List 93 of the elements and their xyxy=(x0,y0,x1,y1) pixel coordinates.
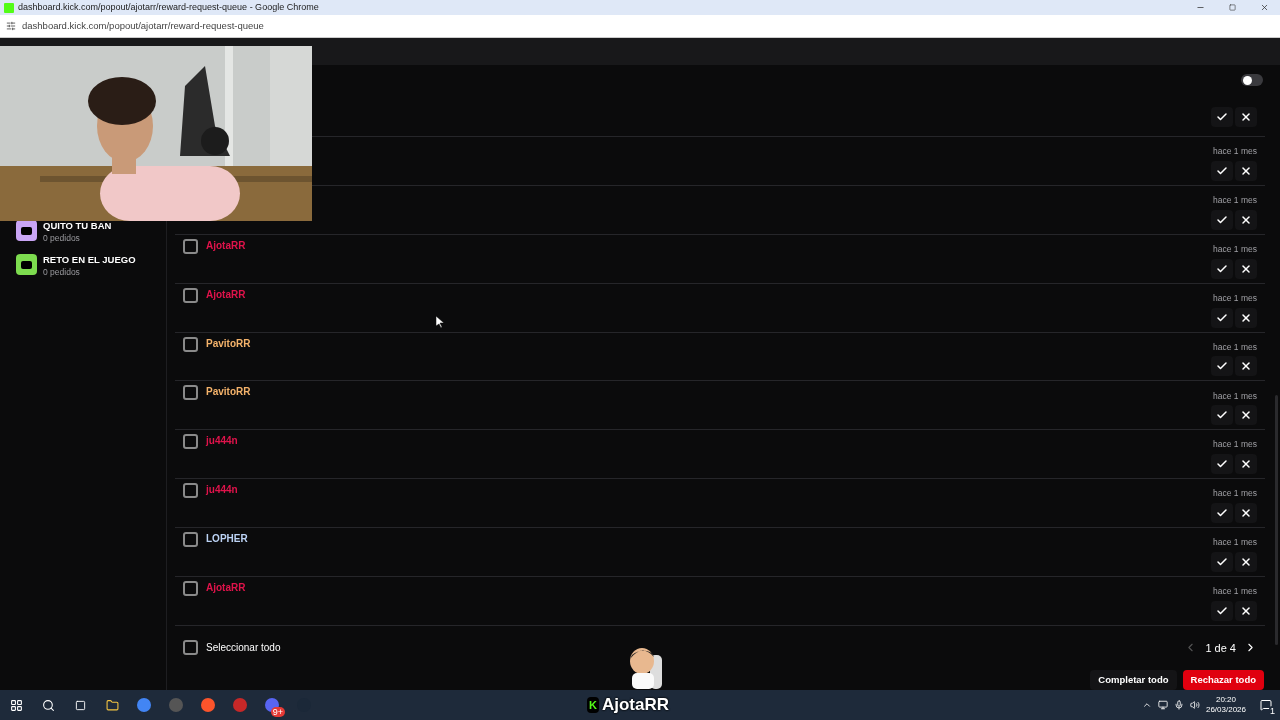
reject-button[interactable] xyxy=(1235,503,1257,524)
approve-button[interactable] xyxy=(1211,356,1233,377)
overlay-logo-text: AjotaRR xyxy=(601,694,669,716)
request-count: 0 pedidos xyxy=(43,266,81,278)
approve-button[interactable] xyxy=(1211,209,1233,230)
approve-button[interactable] xyxy=(1211,258,1233,279)
timestamp: hace 1 mes xyxy=(1213,536,1257,549)
timestamp: hace 1 mes xyxy=(1213,487,1257,501)
username: ju444n xyxy=(206,483,238,498)
select-all-label[interactable]: Seleccionar todo xyxy=(206,640,281,656)
timestamp: hace 1 mes xyxy=(1213,389,1257,403)
close-icon xyxy=(1240,556,1252,568)
reject-button[interactable] xyxy=(1235,258,1257,279)
checkbox[interactable] xyxy=(183,581,198,596)
clock-date: 26/03/2026 xyxy=(1205,705,1246,715)
site-icon xyxy=(4,2,14,13)
username: AjotaRR xyxy=(206,581,246,595)
close-icon xyxy=(1240,111,1252,123)
reject-button[interactable] xyxy=(1235,107,1257,127)
checkbox[interactable] xyxy=(183,640,198,656)
close-icon xyxy=(1240,164,1252,177)
toggle-switch[interactable] xyxy=(1241,74,1263,86)
checkbox[interactable] xyxy=(183,336,198,352)
username: AjotaRR xyxy=(206,238,246,253)
checkbox[interactable] xyxy=(183,532,198,548)
reject-button[interactable] xyxy=(1235,552,1257,572)
close-icon xyxy=(1240,604,1252,617)
timestamp: hace 1 mes xyxy=(1213,194,1257,207)
checkbox[interactable] xyxy=(183,385,198,401)
microphone-icon[interactable] xyxy=(1173,700,1184,710)
check-icon xyxy=(1216,164,1228,177)
check-icon xyxy=(1216,111,1228,123)
check-icon xyxy=(1216,262,1228,275)
approve-button[interactable] xyxy=(1211,454,1233,475)
restore-icon xyxy=(1228,4,1236,11)
reward-name[interactable]: RETO EN EL JUEGO xyxy=(43,254,136,266)
reject-button[interactable] xyxy=(1235,454,1257,475)
complete-all-button[interactable]: Completar todo xyxy=(1090,669,1177,690)
approve-button[interactable] xyxy=(1211,552,1233,572)
checkbox[interactable] xyxy=(183,287,198,303)
site-settings-icon[interactable] xyxy=(6,21,16,31)
username: AjotaRR xyxy=(206,287,246,302)
close-icon xyxy=(1240,409,1252,422)
timestamp: hace 1 mes xyxy=(1213,291,1257,305)
username: ju444n xyxy=(206,434,238,449)
request-count: 0 pedidos xyxy=(43,232,81,244)
close-icon xyxy=(1240,360,1252,373)
check-icon xyxy=(1216,213,1228,226)
reject-button[interactable] xyxy=(1235,307,1257,328)
close-icon xyxy=(1240,311,1252,324)
reject-button[interactable] xyxy=(1235,160,1257,181)
volume-icon[interactable] xyxy=(1189,700,1200,710)
checkbox[interactable] xyxy=(183,483,198,499)
approve-button[interactable] xyxy=(1211,307,1233,328)
close-icon xyxy=(1240,213,1252,226)
tray-expand-icon[interactable] xyxy=(1141,700,1152,710)
timestamp: hace 1 mes xyxy=(1213,242,1257,256)
check-icon xyxy=(1216,311,1228,324)
close-icon xyxy=(1240,458,1252,471)
notification-count: 1 xyxy=(1269,706,1276,716)
mouse-cursor-icon xyxy=(436,316,444,328)
username: PavitoRR xyxy=(206,336,251,351)
check-icon xyxy=(1216,604,1228,617)
close-icon xyxy=(1259,3,1269,12)
approve-button[interactable] xyxy=(1211,600,1233,621)
close-icon xyxy=(1240,507,1252,520)
close-icon xyxy=(1240,262,1252,275)
checkbox[interactable] xyxy=(183,434,198,450)
reject-button[interactable] xyxy=(1235,209,1257,230)
notification-badge: 9+ xyxy=(270,707,285,717)
approve-button[interactable] xyxy=(1211,107,1233,127)
reject-button[interactable] xyxy=(1235,600,1257,621)
clock-time: 20:20 xyxy=(1215,695,1236,705)
approve-button[interactable] xyxy=(1211,160,1233,181)
network-icon[interactable] xyxy=(1157,700,1168,710)
timestamp: hace 1 mes xyxy=(1213,585,1257,598)
username: LOPHER xyxy=(206,532,248,547)
username: PavitoRR xyxy=(206,385,251,400)
checkbox[interactable] xyxy=(183,238,198,254)
reject-button[interactable] xyxy=(1235,356,1257,377)
approve-button[interactable] xyxy=(1211,503,1233,524)
window-title: dashboard.kick.com/popout/ajotarr/reward-request-queue - Google Chrome xyxy=(18,0,319,14)
reject-button[interactable] xyxy=(1235,405,1257,426)
timestamp: hace 1 mes xyxy=(1213,145,1257,158)
address-bar[interactable]: dashboard.kick.com/popout/ajotarr/reward-request-queue xyxy=(22,18,264,34)
reject-all-button[interactable]: Rechazar todo xyxy=(1182,669,1264,690)
approve-button[interactable] xyxy=(1211,405,1233,426)
page-indicator: 1 de 4 xyxy=(1205,640,1236,656)
timestamp: hace 1 mes xyxy=(1213,438,1257,452)
reward-name[interactable]: QUITO TU BAN xyxy=(43,220,112,232)
channel-badge: K xyxy=(587,696,599,713)
timestamp: hace 1 mes xyxy=(1213,340,1257,354)
check-icon xyxy=(1216,556,1228,568)
